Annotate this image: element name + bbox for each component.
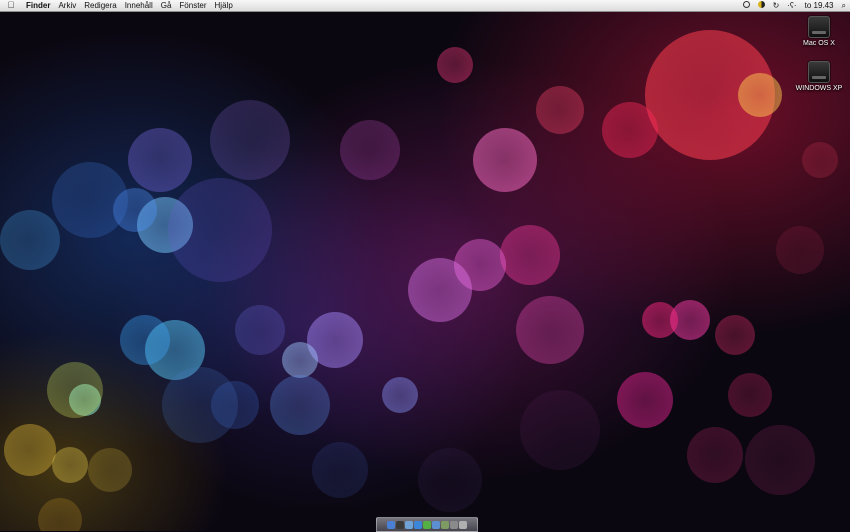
- bokeh-light: [120, 315, 170, 365]
- time-machine-icon[interactable]: [739, 0, 754, 11]
- menu-arkiv[interactable]: Arkiv: [54, 0, 80, 11]
- bokeh-light: [536, 86, 584, 134]
- hard-drive-icon: [808, 16, 830, 38]
- bokeh-light: [728, 373, 772, 417]
- safari-icon[interactable]: [414, 520, 422, 529]
- bokeh-light: [282, 342, 318, 378]
- bokeh-light: [52, 447, 88, 483]
- bokeh-light: [745, 425, 815, 495]
- bokeh-light: [312, 442, 368, 498]
- bokeh-light: [776, 226, 824, 274]
- dashboard-icon[interactable]: [396, 520, 404, 529]
- bokeh-light: [88, 448, 132, 492]
- menu-fonster[interactable]: Fönster: [175, 0, 210, 11]
- moon-icon[interactable]: [754, 0, 769, 11]
- bokeh-light: [520, 390, 600, 470]
- bokeh-light: [418, 448, 482, 512]
- menu-redigera[interactable]: Redigera: [80, 0, 120, 11]
- menu-hjalp[interactable]: Hjälp: [211, 0, 237, 11]
- bokeh-light: [437, 47, 473, 83]
- bokeh-light: [802, 142, 838, 178]
- bluetooth-icon[interactable]: ·ʕ·: [783, 0, 800, 11]
- bokeh-light: [340, 120, 400, 180]
- desktop-icon-macosx[interactable]: Mac OS X: [791, 16, 847, 48]
- bokeh-light: [642, 302, 678, 338]
- desktop-wallpaper: [0, 0, 850, 531]
- desktop-icon-label: WINDOWS XP: [795, 85, 843, 92]
- bokeh-light: [500, 225, 560, 285]
- sync-icon[interactable]: ↻: [769, 0, 784, 11]
- spotlight-icon[interactable]: ⌕: [838, 0, 850, 11]
- bokeh-light: [128, 128, 192, 192]
- iphoto-icon[interactable]: [441, 520, 449, 529]
- desktop-icon-label: Mac OS X: [803, 40, 835, 47]
- finder-icon[interactable]: [387, 520, 395, 529]
- trash-icon[interactable]: [459, 520, 467, 529]
- bokeh-light: [235, 305, 285, 355]
- bokeh-light: [210, 100, 290, 180]
- ichat-icon[interactable]: [423, 520, 431, 529]
- bokeh-light: [516, 296, 584, 364]
- bokeh-light: [168, 178, 272, 282]
- system-preferences-icon[interactable]: [450, 520, 458, 529]
- menu-finder[interactable]: Finder: [22, 0, 54, 11]
- menu-clock[interactable]: to 19.43: [801, 0, 838, 11]
- itunes-icon[interactable]: [432, 520, 440, 529]
- bokeh-light: [408, 258, 472, 322]
- bokeh-light: [738, 73, 782, 117]
- menu-bar:  Finder Arkiv Redigera Innehåll Gå Föns…: [0, 0, 850, 12]
- mail-icon[interactable]: [405, 520, 413, 529]
- bokeh-light: [4, 424, 56, 476]
- bokeh-light: [687, 427, 743, 483]
- apple-logo-icon[interactable]: : [0, 0, 22, 11]
- bokeh-light: [473, 128, 537, 192]
- bokeh-light: [0, 210, 60, 270]
- bokeh-light: [382, 377, 418, 413]
- bokeh-light: [211, 381, 259, 429]
- hard-drive-icon: [808, 61, 830, 83]
- bokeh-lights: [0, 0, 850, 531]
- bokeh-light: [47, 362, 103, 418]
- bokeh-light: [38, 498, 82, 531]
- bokeh-light: [270, 375, 330, 435]
- dock: [376, 517, 478, 532]
- bokeh-light: [52, 162, 128, 238]
- menu-innehall[interactable]: Innehåll: [121, 0, 157, 11]
- desktop-icon-windowsxp[interactable]: WINDOWS XP: [791, 61, 847, 93]
- menu-ga[interactable]: Gå: [157, 0, 176, 11]
- bokeh-light: [617, 372, 673, 428]
- bokeh-light: [602, 102, 658, 158]
- bokeh-light: [715, 315, 755, 355]
